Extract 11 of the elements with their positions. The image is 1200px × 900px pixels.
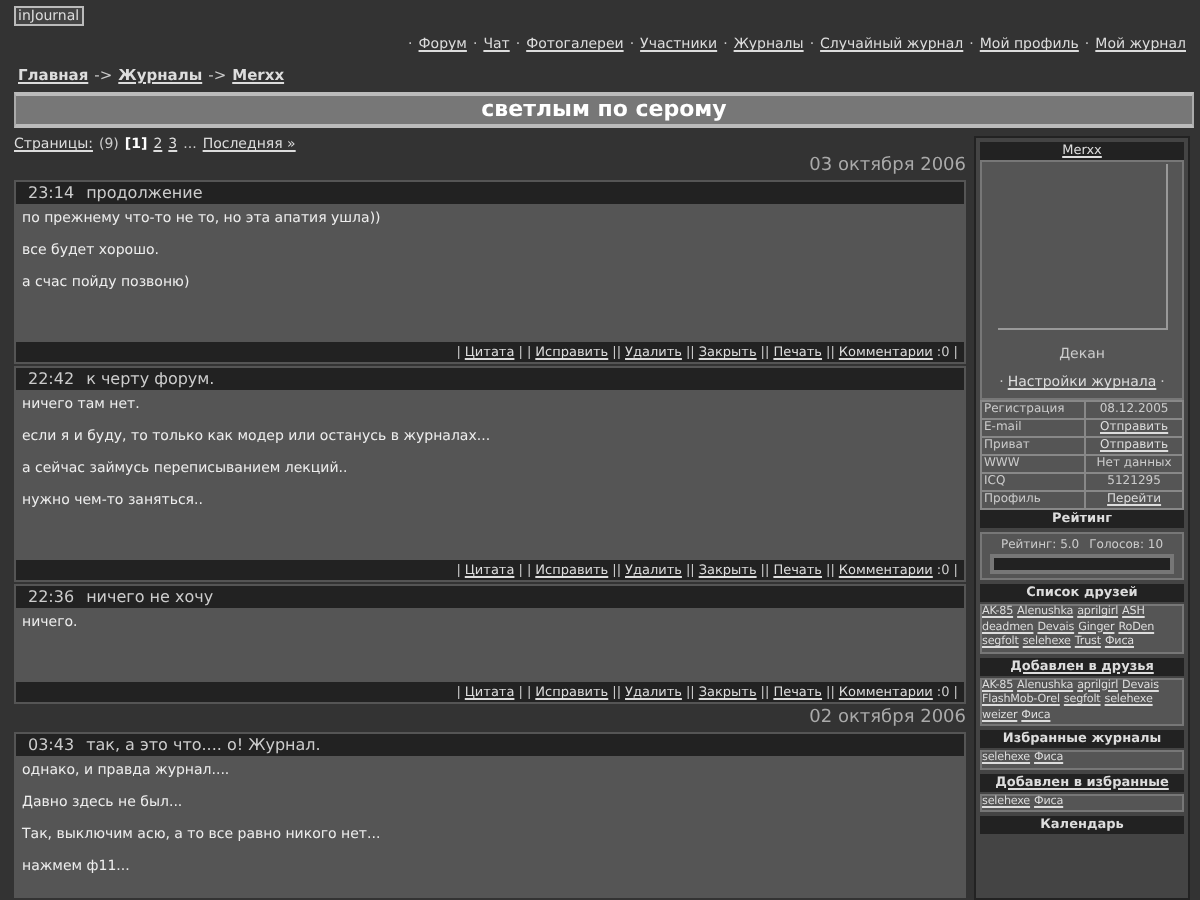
day-date: 02 октября 2006 — [807, 708, 966, 728]
entry-subject: ничего не хочу — [86, 586, 214, 608]
entry-subject: к черту форум. — [86, 368, 215, 390]
journal-title: светлым по серому — [14, 92, 1194, 128]
entry-subject: продолжение — [86, 182, 203, 204]
entry-time: 22:42 — [28, 368, 75, 390]
entry-time: 03:43 — [28, 734, 75, 756]
entry-time: 23:14 — [28, 182, 75, 204]
entry-subject: так, а это что.... о! Журнал. — [86, 734, 321, 756]
entry-time: 22:36 — [28, 586, 75, 608]
day-date: 03 октября 2006 — [807, 156, 966, 176]
